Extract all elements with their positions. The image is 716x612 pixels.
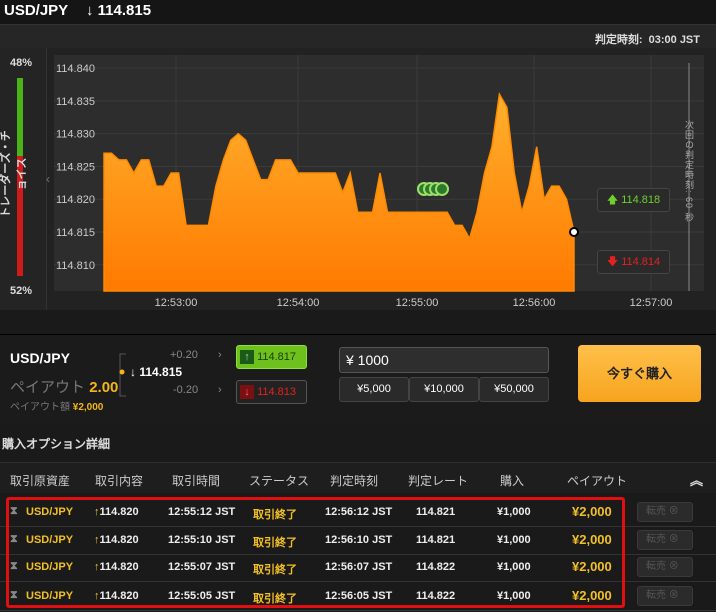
y-tick-label: 114.835 — [56, 96, 95, 108]
current-rate: ↓ 114.815 — [86, 2, 151, 19]
col-expiry-rate: 判定レート — [408, 474, 469, 488]
resell-button[interactable]: 転売 ⊗ — [637, 530, 693, 550]
call-button[interactable]: ↑ 114.817 — [236, 345, 307, 369]
trade-marker — [435, 182, 449, 196]
down-arrow-icon: ↓ — [240, 385, 254, 399]
col-expiry: 判定時刻 — [330, 474, 379, 488]
y-tick-label: 114.815 — [56, 227, 95, 239]
payout-row: ペイアウト 2.00 — [10, 379, 119, 396]
put-button[interactable]: ↓ 114.813 — [236, 380, 307, 404]
close-icon: ⊗ — [666, 506, 679, 517]
y-tick-label: 114.810 — [56, 260, 95, 272]
col-status: ステータス — [249, 474, 310, 488]
down-arrow-icon: 🡇 — [606, 256, 619, 268]
pair-title: USD/JPY — [4, 2, 69, 19]
down-arrow-icon: ↓ — [86, 2, 94, 19]
preset-5000-button[interactable]: ¥5,000 — [339, 377, 409, 402]
close-icon: ⊗ — [666, 534, 679, 545]
trader-choice-bottom-pct: 52% — [10, 285, 33, 297]
col-payout: ペイアウト — [567, 474, 628, 488]
chevron-left-icon[interactable]: ‹ — [46, 172, 50, 186]
trader-choice-label: トレーダーズ・チョイス — [0, 130, 28, 218]
y-tick-label: 114.830 — [56, 129, 95, 141]
x-tick-label: 12:53:00 — [155, 297, 198, 309]
up-arrow-icon: ↑ — [240, 350, 254, 364]
close-icon: ⊗ — [666, 590, 679, 601]
y-tick-label: 114.825 — [56, 161, 95, 173]
buy-now-button[interactable]: 今すぐ購入 — [578, 345, 701, 402]
order-pair: USD/JPY — [10, 350, 70, 366]
resell-button[interactable]: 転売 ⊗ — [637, 502, 693, 522]
offset-up: +0.20 — [170, 349, 198, 361]
resell-button[interactable]: 転売 ⊗ — [637, 586, 693, 606]
call-strike-label: 🡅 114.818 — [597, 188, 670, 212]
x-tick-label: 12:55:00 — [396, 297, 439, 309]
payout-amount-row: ペイアウト額 ¥2,000 — [10, 402, 104, 413]
x-tick-label: 12:54:00 — [277, 297, 320, 309]
close-icon: ⊗ — [666, 561, 679, 572]
next-expiry-label: 次回の判定時刻: 60 秒 — [684, 120, 694, 223]
collapse-chevron-icon[interactable]: ︽ — [690, 470, 703, 489]
col-direction: 取引内容 — [95, 474, 144, 488]
preset-50000-button[interactable]: ¥50,000 — [479, 377, 549, 402]
chevron-right-icon: › — [218, 384, 222, 396]
up-arrow-icon: 🡅 — [606, 194, 619, 206]
rate-value: 114.815 — [97, 2, 152, 19]
col-asset: 取引原資産 — [10, 474, 71, 488]
trade-markers — [417, 182, 449, 196]
preset-10000-button[interactable]: ¥10,000 — [409, 377, 479, 402]
offset-down: -0.20 — [173, 384, 199, 396]
put-strike-label: 🡇 114.814 — [597, 250, 670, 274]
chevron-right-icon: › — [218, 349, 222, 361]
resell-button[interactable]: 転売 ⊗ — [637, 557, 693, 577]
row-separator — [0, 610, 716, 611]
down-arrow-icon: ↓ — [130, 365, 136, 379]
x-tick-label: 12:57:00 — [630, 297, 673, 309]
col-purchase: 購入 — [500, 474, 525, 488]
amount-input[interactable]: ¥ 1000 — [339, 347, 549, 373]
order-rate: ↓ 114.815 — [130, 365, 183, 379]
details-title: 購入オプション詳細 — [2, 437, 111, 451]
y-tick-label: 114.840 — [56, 63, 95, 75]
trader-choice-top-pct: 48% — [10, 57, 33, 69]
expiry-time: 判定時刻: 03:00 JST — [594, 34, 700, 46]
highlight-box — [6, 497, 625, 608]
col-time: 取引時間 — [172, 474, 221, 488]
current-price-dot — [569, 227, 579, 237]
x-tick-label: 12:56:00 — [513, 297, 556, 309]
x-axis: 12:53:00 12:54:00 12:55:00 12:56:00 12:57:00 — [155, 297, 673, 309]
y-tick-label: 114.820 — [56, 194, 95, 206]
